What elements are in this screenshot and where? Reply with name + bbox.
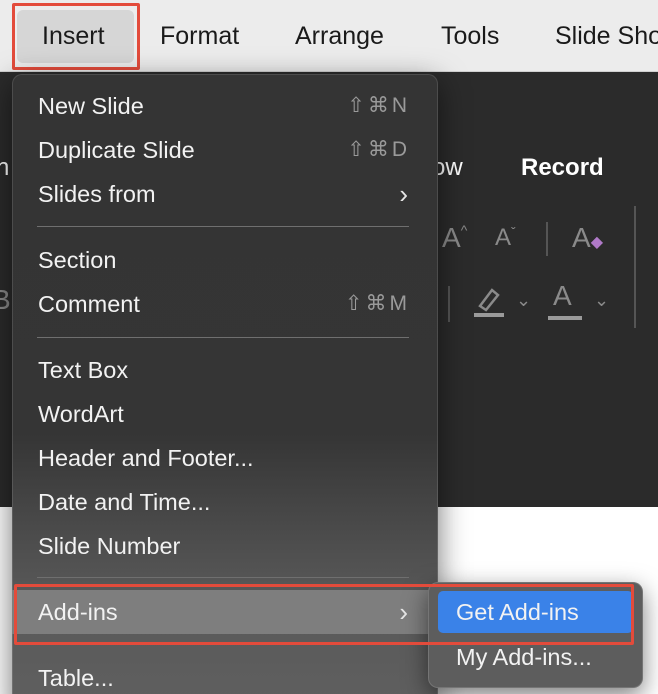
menu-item-label: Duplicate Slide — [38, 137, 195, 163]
menu-item-label: Slide Number — [38, 533, 181, 559]
menu-separator — [37, 644, 409, 645]
menu-item-label: WordArt — [38, 401, 124, 427]
menu-arrange[interactable]: Arrange — [295, 0, 384, 72]
menu-slide-show[interactable]: Slide Sho — [555, 0, 658, 72]
menu-item-duplicate-slide[interactable]: Duplicate Slide ⇧⌘D — [12, 128, 438, 172]
increase-font-size-icon[interactable]: A^ — [442, 222, 467, 254]
menu-item-label: Date and Time... — [38, 489, 211, 515]
chevron-right-icon: › — [399, 597, 408, 627]
menu-insert[interactable]: Insert — [42, 0, 105, 72]
menu-item-comment[interactable]: Comment ⇧⌘M — [12, 282, 438, 326]
add-ins-submenu: Get Add-ins My Add-ins... — [428, 582, 643, 688]
decrease-font-size-icon[interactable]: Aˇ — [495, 224, 516, 252]
menu-item-date-time[interactable]: Date and Time... — [12, 480, 438, 524]
menu-format[interactable]: Format — [160, 0, 239, 72]
shortcut-label: ⇧⌘N — [347, 94, 410, 117]
shortcut-label: ⇧⌘M — [344, 292, 410, 315]
menu-separator — [37, 577, 409, 578]
shortcut-label: ⇧⌘D — [347, 138, 410, 161]
font-color-icon[interactable]: A — [553, 280, 572, 312]
bold-icon[interactable]: B — [0, 284, 11, 316]
chevron-right-icon: › — [399, 179, 408, 209]
insert-menu: New Slide ⇧⌘N Duplicate Slide ⇧⌘D Slides… — [12, 74, 438, 694]
menu-tools[interactable]: Tools — [441, 0, 499, 72]
menu-item-new-slide[interactable]: New Slide ⇧⌘N — [12, 84, 438, 128]
menu-item-section[interactable]: Section — [12, 238, 438, 282]
menu-item-label: Section — [38, 247, 117, 273]
menu-item-wordart[interactable]: WordArt — [12, 392, 438, 436]
menu-bar: Insert Format Arrange Tools Slide Sho — [0, 0, 658, 72]
submenu-item-get-add-ins[interactable]: Get Add-ins — [438, 591, 633, 633]
menu-separator — [37, 337, 409, 338]
menu-item-add-ins[interactable]: Add-ins › — [12, 590, 438, 634]
menu-item-slide-number[interactable]: Slide Number — [12, 524, 438, 568]
menu-item-label: Header and Footer... — [38, 445, 254, 471]
font-color-swatch — [548, 316, 582, 320]
highlight-color-icon[interactable] — [472, 284, 506, 325]
menu-item-header-footer[interactable]: Header and Footer... — [12, 436, 438, 480]
submenu-item-my-add-ins[interactable]: My Add-ins... — [438, 636, 633, 678]
tab-partial-left[interactable]: n — [0, 154, 9, 182]
menu-item-table[interactable]: Table... — [12, 656, 438, 694]
ribbon-divider — [546, 222, 548, 256]
menu-item-slides-from[interactable]: Slides from › — [12, 172, 438, 216]
menu-item-label: Slides from — [38, 181, 156, 207]
menu-item-label: New Slide — [38, 93, 144, 119]
menu-item-text-box[interactable]: Text Box — [12, 348, 438, 392]
ribbon-divider — [634, 206, 636, 328]
menu-item-label: Table... — [38, 665, 114, 691]
menu-item-label: Add-ins — [38, 599, 118, 625]
tab-record[interactable]: Record — [521, 154, 604, 182]
chevron-down-icon[interactable]: ⌄ — [594, 290, 609, 311]
menu-item-label: Comment — [38, 291, 140, 317]
menu-item-label: Text Box — [38, 357, 129, 383]
chevron-down-icon[interactable]: ⌄ — [516, 290, 531, 311]
menu-separator — [37, 226, 409, 227]
clear-formatting-icon[interactable]: A◆ — [572, 222, 603, 254]
ribbon-divider — [448, 286, 450, 322]
